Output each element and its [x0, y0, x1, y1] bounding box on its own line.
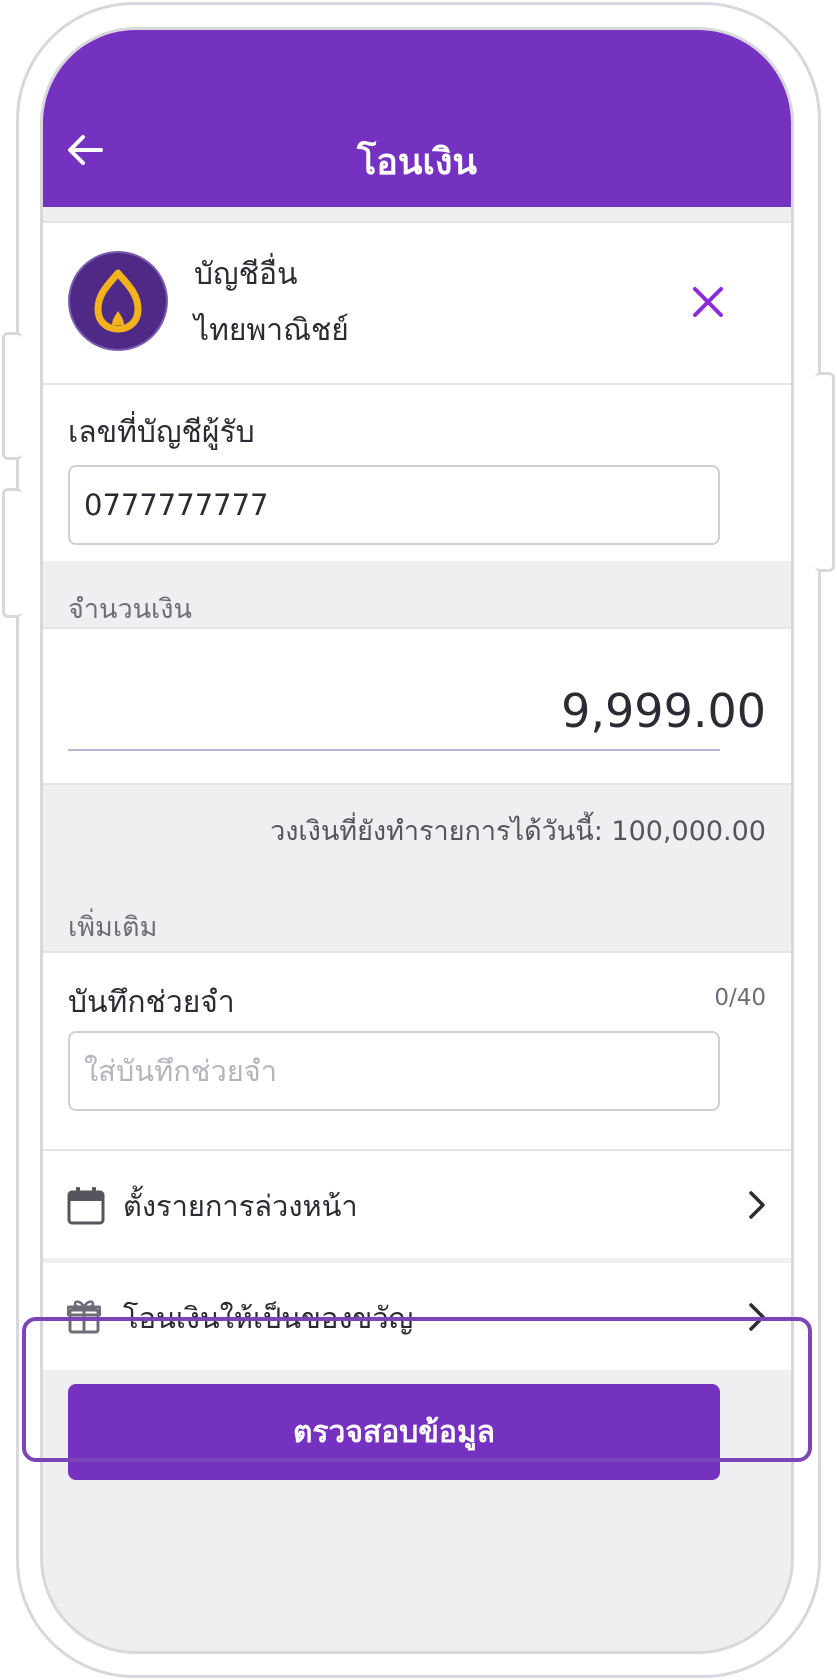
memo-section: บันทึกช่วยจำ 0/40	[43, 953, 791, 1149]
gift-icon	[66, 1297, 102, 1339]
recipient-bank-name: ไทยพาณิชย์	[194, 313, 349, 348]
additional-section-label: เพิ่มเติม	[68, 912, 158, 943]
close-icon[interactable]	[691, 285, 725, 319]
scb-bank-logo-icon	[68, 251, 168, 351]
chevron-right-icon	[747, 1189, 767, 1221]
remaining-limit-text: วงเงินที่ยังทำรายการได้วันนี้: 100,000.0…	[270, 816, 766, 847]
memo-label: บันทึกช่วยจำ	[68, 985, 235, 1020]
phone-screen: โอนเงิน บัญชีอื่น ไทยพาณิชย์ เลขที่บัญชี…	[40, 27, 794, 1654]
recipient-account-type: บัญชีอื่น	[194, 257, 298, 292]
memo-char-counter: 0/40	[714, 985, 766, 1011]
gift-transfer-label: โอนเงินให้เป็นของขวัญ	[123, 1301, 414, 1335]
volume-up-button	[2, 332, 22, 460]
power-button	[815, 372, 835, 572]
account-number-input[interactable]	[68, 465, 720, 545]
recipient-card: บัญชีอื่น ไทยพาณิชย์	[43, 223, 791, 383]
chevron-right-icon	[747, 1301, 767, 1333]
schedule-transfer-row[interactable]: ตั้งรายการล่วงหน้า	[43, 1151, 791, 1258]
schedule-transfer-label: ตั้งรายการล่วงหน้า	[123, 1189, 358, 1223]
memo-input[interactable]	[68, 1031, 720, 1111]
page-title: โอนเงิน	[356, 142, 478, 183]
calendar-icon	[67, 1185, 105, 1229]
volume-down-button	[2, 488, 22, 618]
account-number-section: เลขที่บัญชีผู้รับ	[43, 385, 791, 561]
gift-transfer-row[interactable]: โอนเงินให้เป็นของขวัญ	[43, 1263, 791, 1370]
amount-input[interactable]: 9,999.00	[561, 684, 766, 738]
review-details-button[interactable]: ตรวจสอบข้อมูล	[68, 1384, 720, 1480]
transfer-form: บัญชีอื่น ไทยพาณิชย์ เลขที่บัญชีผู้รับ จ…	[43, 207, 791, 1651]
app-header: โอนเงิน	[43, 30, 791, 207]
account-number-label: เลขที่บัญชีผู้รับ	[68, 415, 255, 450]
amount-underline	[68, 749, 720, 751]
amount-section: 9,999.00	[43, 629, 791, 783]
divider	[43, 783, 791, 785]
amount-section-label: จำนวนเงิน	[68, 594, 192, 625]
